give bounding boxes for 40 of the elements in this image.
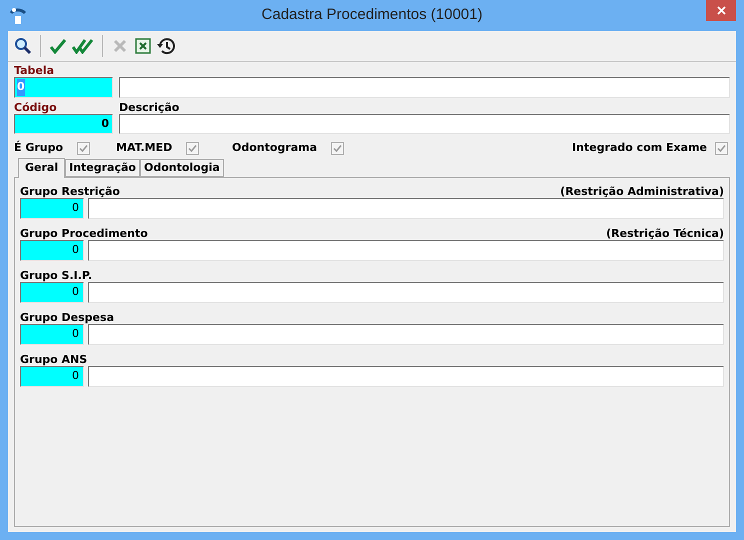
spreadsheet-icon[interactable]: [133, 36, 153, 56]
field-value: 0: [17, 79, 25, 96]
input-field[interactable]: [88, 282, 724, 303]
search-icon[interactable]: [13, 36, 33, 56]
field-label: Grupo Procedimento: [20, 227, 148, 240]
history-icon[interactable]: [156, 36, 176, 56]
double-check-icon[interactable]: [71, 36, 95, 56]
close-button[interactable]: [706, 0, 736, 21]
window-title: Cadastra Procedimentos (10001): [262, 5, 482, 26]
field-label: Grupo S.I.P.: [20, 269, 92, 282]
input-field[interactable]: 0: [20, 198, 84, 219]
app-logo-icon: [9, 7, 27, 25]
input-field[interactable]: [119, 77, 730, 98]
check-icon[interactable]: [48, 36, 68, 56]
input-field[interactable]: 0: [20, 240, 84, 261]
field-label: Grupo ANS: [20, 353, 88, 366]
input-field[interactable]: 0: [20, 324, 84, 345]
checkbox-label: Integrado com Exame: [572, 140, 707, 156]
field-label: Tabela: [14, 64, 56, 77]
checkbox-label: Odontograma: [232, 140, 318, 156]
input-field[interactable]: 0: [20, 366, 84, 387]
field-label: Grupo Restrição: [20, 185, 120, 198]
tab[interactable]: Odontologia: [140, 159, 224, 177]
checkbox-label: MAT.MED: [116, 140, 172, 156]
input-field[interactable]: 0: [14, 114, 113, 134]
input-field[interactable]: 0: [20, 282, 84, 303]
checkbox-label: É Grupo: [14, 140, 64, 156]
input-field[interactable]: [88, 324, 724, 345]
field-label: Descrição: [119, 101, 180, 114]
field-note: (Restrição Administrativa): [560, 185, 724, 198]
input-field[interactable]: [88, 366, 724, 387]
input-field[interactable]: [88, 240, 724, 261]
tab[interactable]: Integração: [65, 159, 140, 177]
field-note: (Restrição Técnica): [606, 227, 724, 240]
input-field[interactable]: [88, 198, 724, 219]
field-label: Código: [14, 101, 58, 114]
close-icon: [716, 6, 726, 15]
tab[interactable]: Geral: [18, 158, 66, 178]
field-label: Grupo Despesa: [20, 311, 114, 324]
input-field[interactable]: [119, 114, 730, 134]
